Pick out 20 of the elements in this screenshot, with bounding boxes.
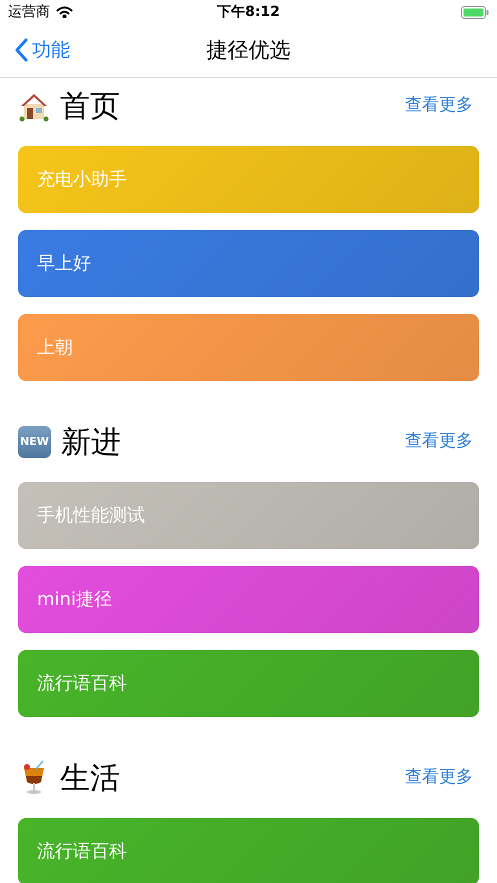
chevron-left-icon xyxy=(14,38,28,62)
status-time: 下午8:12 xyxy=(217,2,280,22)
new-badge-icon: NEW xyxy=(18,426,51,458)
shortcut-card[interactable]: 流行语百科 xyxy=(18,650,479,717)
page-title: 捷径优选 xyxy=(206,36,290,64)
back-button[interactable]: 功能 xyxy=(14,36,70,64)
shortcut-card[interactable]: 手机性能测试 xyxy=(18,482,479,549)
shortcut-card[interactable]: 流行语百科 xyxy=(18,818,479,883)
see-more-link[interactable]: 查看更多 xyxy=(405,429,473,455)
shortcut-card[interactable]: 早上好 xyxy=(18,230,479,297)
shortcut-card[interactable]: mini捷径 xyxy=(18,566,479,633)
wifi-icon xyxy=(56,6,73,18)
section-title: 生活 xyxy=(60,760,120,798)
see-more-link[interactable]: 查看更多 xyxy=(405,93,473,119)
battery-icon xyxy=(460,6,489,18)
carrier-label: 运营商 xyxy=(8,2,50,22)
shortcut-card[interactable]: 上朝 xyxy=(18,314,479,381)
see-more-link[interactable]: 查看更多 xyxy=(405,765,473,791)
section-title: 新进 xyxy=(61,424,121,462)
section-title: 首页 xyxy=(60,88,120,126)
